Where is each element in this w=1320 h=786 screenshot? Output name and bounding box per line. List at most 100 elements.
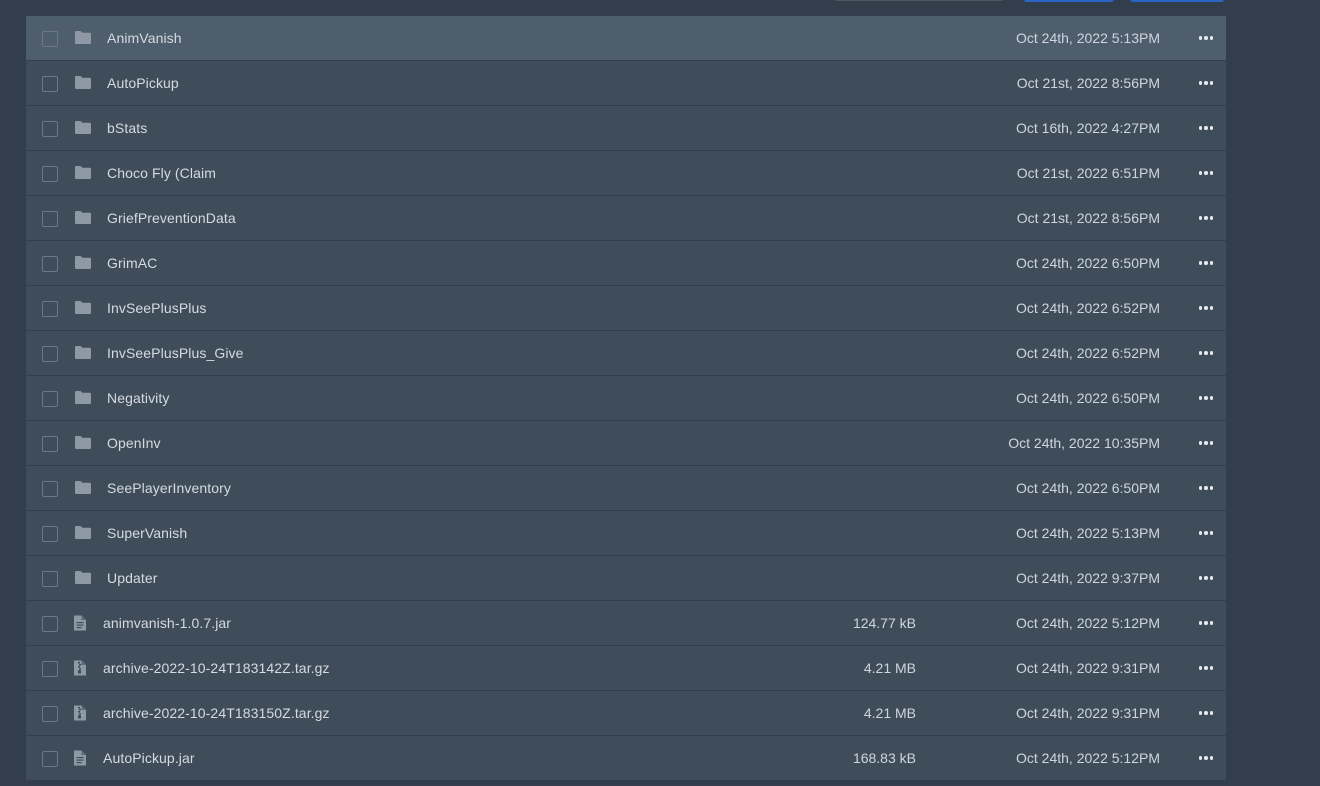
modified-date: Oct 24th, 2022 6:50PM [1016,390,1160,406]
folder-icon [74,435,92,451]
modified-date: Oct 24th, 2022 5:13PM [1016,525,1160,541]
select-checkbox[interactable] [42,436,58,452]
file-name[interactable]: Choco Fly (Claim [107,165,216,181]
more-horizontal-icon[interactable] [1194,703,1218,723]
folder-row[interactable]: Updater Oct 24th, 2022 9:37PM [26,556,1226,601]
folder-icon [74,165,92,181]
more-horizontal-icon[interactable] [1194,118,1218,138]
folder-icon [74,75,92,91]
upload-button[interactable] [1130,0,1224,2]
more-horizontal-icon[interactable] [1194,523,1218,543]
file-name[interactable]: Updater [107,570,158,586]
folder-row[interactable]: GriefPreventionData Oct 21st, 2022 8:56PM [26,196,1226,241]
modified-date: Oct 24th, 2022 5:12PM [1016,750,1160,766]
file-name[interactable]: AutoPickup.jar [103,750,195,766]
select-checkbox[interactable] [42,76,58,92]
file-size: 168.83 kB [852,750,916,766]
folder-row[interactable]: SuperVanish Oct 24th, 2022 5:13PM [26,511,1226,556]
select-checkbox[interactable] [42,616,58,632]
select-checkbox[interactable] [42,481,58,497]
file-name[interactable]: SuperVanish [107,525,187,541]
file-row[interactable]: AutoPickup.jar 168.83 kB Oct 24th, 2022 5:… [26,736,1226,781]
file-name[interactable]: InvSeePlusPlus_Give [107,345,244,361]
folder-row[interactable]: InvSeePlusPlus Oct 24th, 2022 6:52PM [26,286,1226,331]
more-horizontal-icon[interactable] [1194,433,1218,453]
folder-row[interactable]: AutoPickup Oct 21st, 2022 8:56PM [26,61,1226,106]
modified-date: Oct 24th, 2022 5:13PM [1016,30,1160,46]
modified-date: Oct 24th, 2022 9:37PM [1016,570,1160,586]
folder-icon [74,255,92,271]
folder-icon [74,480,92,496]
select-checkbox[interactable] [42,166,58,182]
file-name[interactable]: AutoPickup [107,75,179,91]
more-horizontal-icon[interactable] [1194,658,1218,678]
more-horizontal-icon[interactable] [1194,298,1218,318]
file-name[interactable]: InvSeePlusPlus [107,300,206,316]
select-checkbox[interactable] [42,571,58,587]
modified-date: Oct 24th, 2022 6:50PM [1016,480,1160,496]
select-checkbox[interactable] [42,31,58,47]
create-directory-button[interactable] [1024,0,1114,2]
file-row[interactable]: archive-2022-10-24T183150Z.tar.gz 4.21 MB… [26,691,1226,736]
select-checkbox[interactable] [42,346,58,362]
modified-date: Oct 21st, 2022 8:56PM [1016,75,1160,91]
select-checkbox[interactable] [42,391,58,407]
select-checkbox[interactable] [42,301,58,317]
file-size: 4.21 MB [863,705,916,721]
more-horizontal-icon[interactable] [1194,73,1218,93]
select-checkbox[interactable] [42,661,58,677]
folder-row[interactable]: AnimVanish Oct 24th, 2022 5:13PM [26,16,1226,61]
modified-date: Oct 24th, 2022 6:50PM [1016,255,1160,271]
modified-date: Oct 21st, 2022 6:51PM [1016,165,1160,181]
file-name[interactable]: Negativity [107,390,169,406]
more-horizontal-icon[interactable] [1194,613,1218,633]
file-name[interactable]: archive-2022-10-24T183142Z.tar.gz [103,660,330,676]
folder-row[interactable]: Choco Fly (Claim Oct 21st, 2022 6:51PM [26,151,1226,196]
file-row[interactable]: animvanish-1.0.7.jar 124.77 kB Oct 24th, 2… [26,601,1226,646]
file-name[interactable]: SeePlayerInventory [107,480,231,496]
file-row[interactable]: archive-2022-10-24T183142Z.tar.gz 4.21 MB… [26,646,1226,691]
modified-date: Oct 24th, 2022 6:52PM [1016,345,1160,361]
more-horizontal-icon[interactable] [1194,253,1218,273]
file-name[interactable]: animvanish-1.0.7.jar [103,615,231,631]
more-horizontal-icon[interactable] [1194,28,1218,48]
select-checkbox[interactable] [42,211,58,227]
select-checkbox[interactable] [42,526,58,542]
modified-date: Oct 16th, 2022 4:27PM [1016,120,1160,136]
modified-date: Oct 24th, 2022 9:31PM [1016,705,1160,721]
file-text-icon [71,614,89,631]
folder-icon [74,300,92,316]
select-checkbox[interactable] [42,706,58,722]
folder-row[interactable]: Negativity Oct 24th, 2022 6:50PM [26,376,1226,421]
select-checkbox[interactable] [42,121,58,137]
file-list: AnimVanish Oct 24th, 2022 5:13PM AutoPicku… [26,16,1226,786]
file-name[interactable]: bStats [107,120,147,136]
modified-date: Oct 24th, 2022 9:31PM [1016,660,1160,676]
more-horizontal-icon[interactable] [1194,163,1218,183]
more-horizontal-icon[interactable] [1194,478,1218,498]
folder-row[interactable]: bStats Oct 16th, 2022 4:27PM [26,106,1226,151]
file-name[interactable]: GrimAC [107,255,157,271]
file-archive-icon [71,704,89,721]
more-horizontal-icon[interactable] [1194,343,1218,363]
search-input[interactable] [834,0,1004,1]
select-checkbox[interactable] [42,751,58,767]
file-name[interactable]: GriefPreventionData [107,210,236,226]
folder-row[interactable]: InvSeePlusPlus_Give Oct 24th, 2022 6:52PM [26,331,1226,376]
modified-date: Oct 24th, 2022 10:35PM [1008,435,1160,451]
more-horizontal-icon[interactable] [1194,748,1218,768]
folder-row[interactable]: SeePlayerInventory Oct 24th, 2022 6:50PM [26,466,1226,511]
folder-icon [74,210,92,226]
folder-icon [74,30,92,46]
folder-row[interactable]: GrimAC Oct 24th, 2022 6:50PM [26,241,1226,286]
file-name[interactable]: AnimVanish [107,30,182,46]
file-text-icon [71,749,89,766]
more-horizontal-icon[interactable] [1194,388,1218,408]
more-horizontal-icon[interactable] [1194,568,1218,588]
folder-row[interactable]: OpenInv Oct 24th, 2022 10:35PM [26,421,1226,466]
more-horizontal-icon[interactable] [1194,208,1218,228]
file-name[interactable]: OpenInv [107,435,161,451]
top-toolbar [0,0,1320,16]
file-name[interactable]: archive-2022-10-24T183150Z.tar.gz [103,705,330,721]
select-checkbox[interactable] [42,256,58,272]
